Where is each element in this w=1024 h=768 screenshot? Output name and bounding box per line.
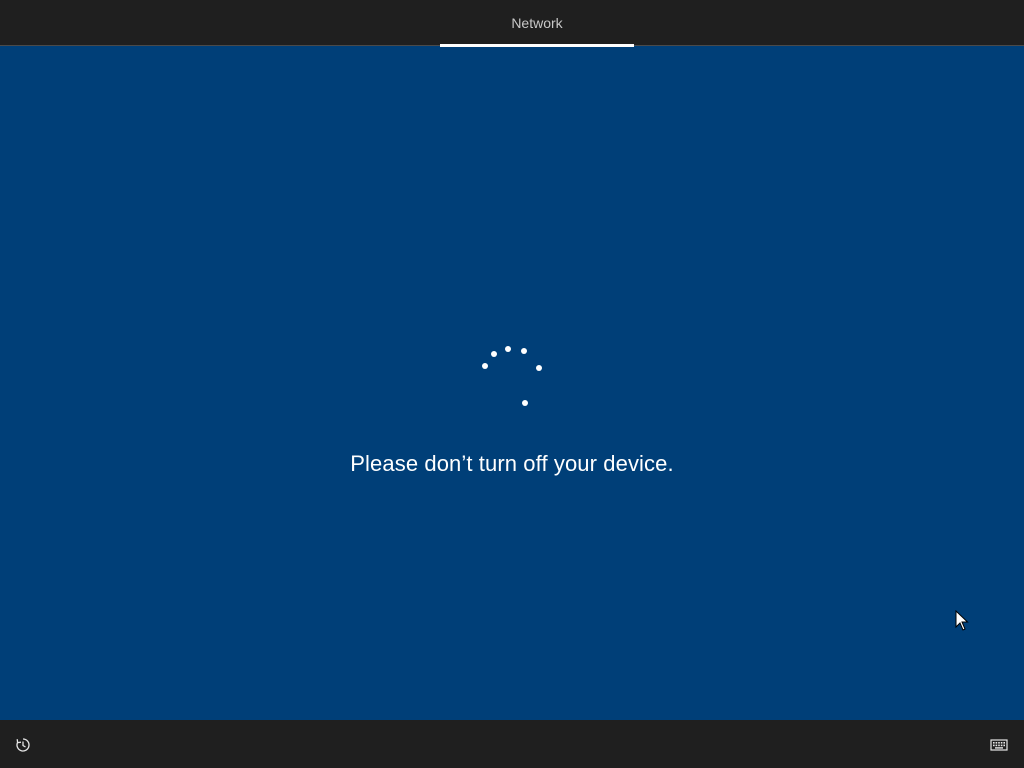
tab-network-label: Network	[511, 15, 563, 31]
bottom-bar	[0, 720, 1024, 768]
tab-network: Network	[440, 0, 634, 46]
spinner-dot	[505, 346, 511, 352]
mouse-pointer-icon	[955, 610, 969, 631]
spinner-dot	[491, 351, 497, 357]
spinner-dot	[521, 348, 527, 354]
ease-of-access-icon	[16, 738, 30, 752]
top-bar: Network	[0, 0, 1024, 47]
keyboard-icon	[990, 739, 1008, 751]
spinner-dot	[536, 365, 542, 371]
on-screen-keyboard-button[interactable]	[988, 734, 1010, 756]
loading-spinner-icon	[470, 337, 560, 427]
setup-screen: Network Please don’t turn off your devic…	[0, 0, 1024, 768]
spinner-dot	[482, 363, 488, 369]
status-message: Please don’t turn off your device.	[350, 451, 674, 476]
main-content: Please don’t turn off your device.	[0, 47, 1024, 720]
spinner-dot	[522, 400, 528, 406]
ease-of-access-button[interactable]	[12, 734, 34, 756]
